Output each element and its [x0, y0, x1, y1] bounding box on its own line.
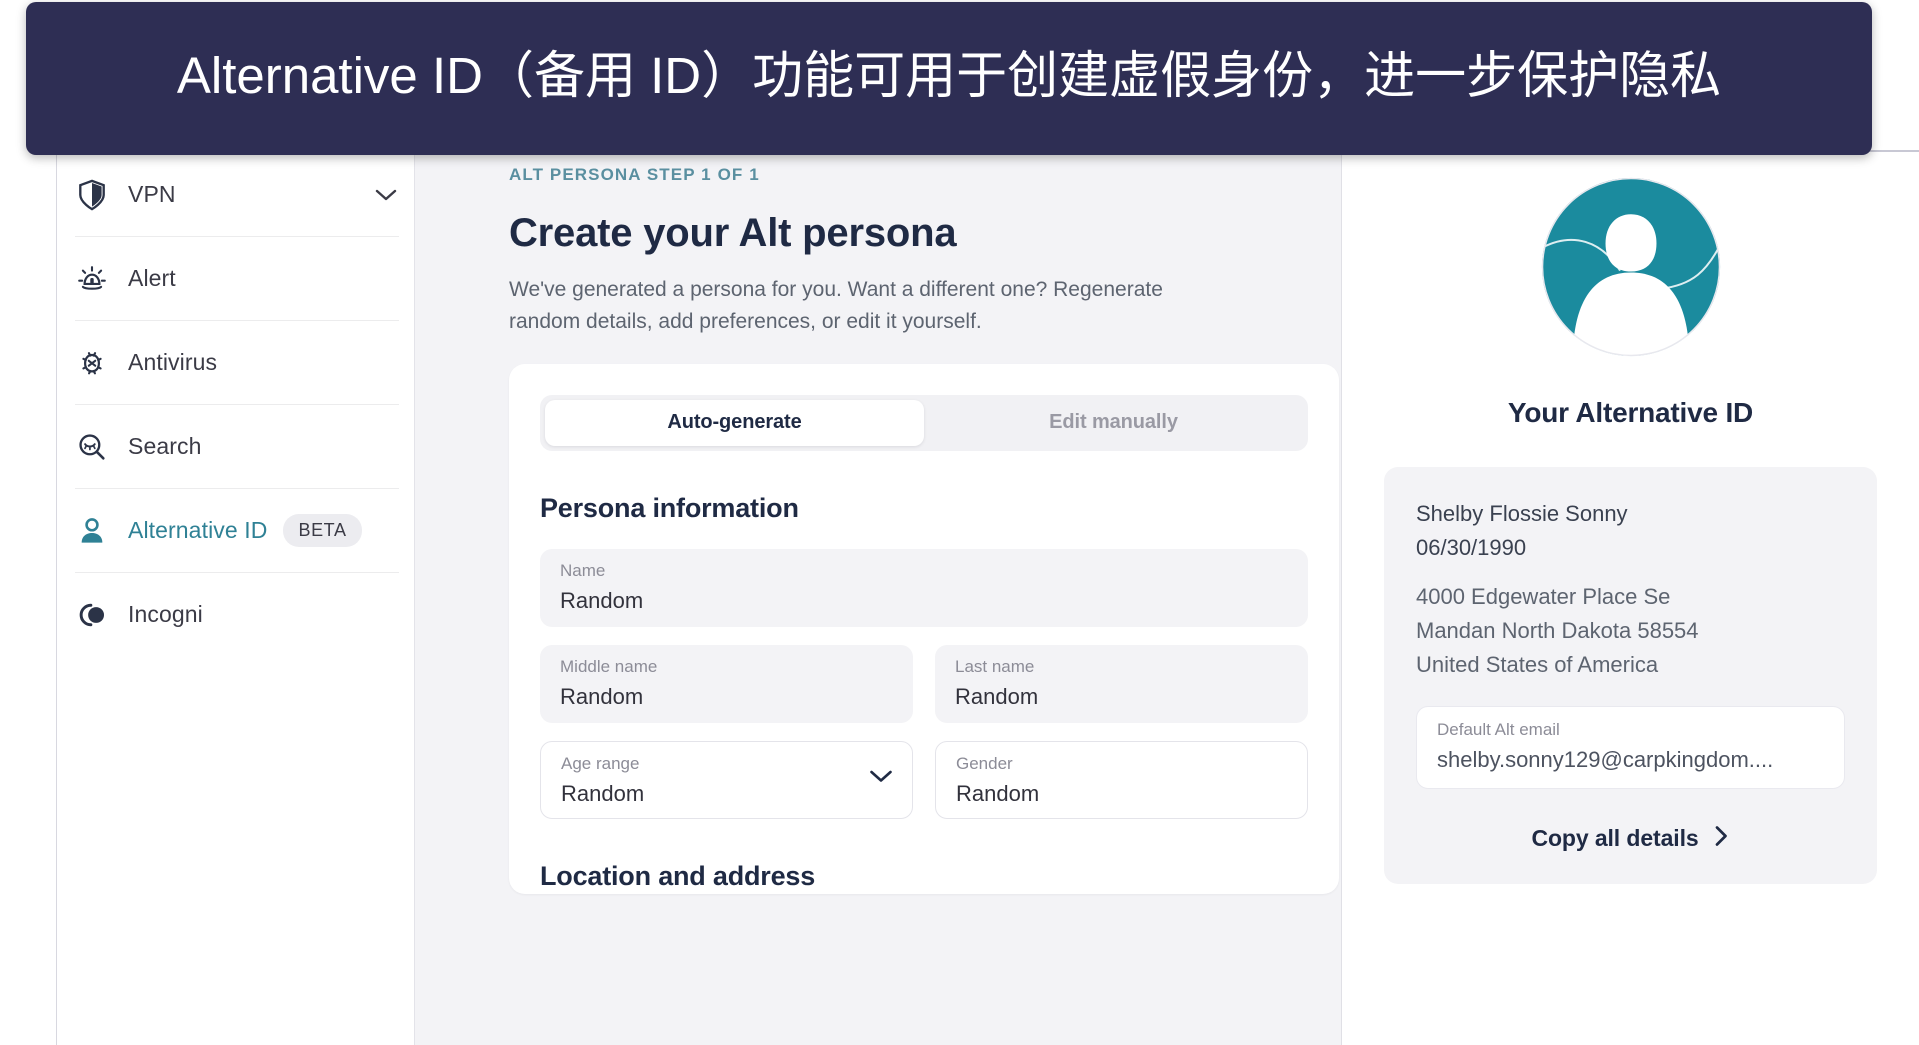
- sidebar-item-label: VPN: [128, 181, 176, 207]
- gender-field[interactable]: Gender Random: [935, 740, 1308, 819]
- identity-address-line-1: 4000 Edgewater Place Se: [1416, 584, 1671, 610]
- chevron-down-icon[interactable]: [373, 182, 399, 208]
- last-name-field[interactable]: Last name Random: [935, 644, 1308, 723]
- sidebar-item-label: Alternative ID: [128, 517, 268, 543]
- alternative-id-panel: Your Alternative ID Shelby Flossie Sonny…: [1341, 152, 1919, 1045]
- field-row: Age range Random Gender Random: [540, 740, 1308, 819]
- page-title: Create your Alt persona: [509, 211, 957, 255]
- screenshot-root: VPN Alert Antivirus Search Alternative I…: [0, 0, 1919, 1045]
- field-row: Name Random: [540, 548, 1308, 627]
- field-value: Random: [955, 683, 1039, 709]
- mode-tabs: Auto-generate Edit manually: [540, 394, 1308, 451]
- chevron-right-icon: [1713, 823, 1730, 854]
- field-label: Gender: [956, 753, 1013, 773]
- field-label: Name: [560, 560, 606, 580]
- chevron-down-icon[interactable]: [868, 768, 894, 794]
- persona-form-card: Auto-generate Edit manually Persona info…: [509, 363, 1339, 894]
- field-value: shelby.sonny129@carpkingdom....: [1437, 747, 1774, 773]
- field-value: Random: [956, 780, 1040, 806]
- tab-edit-manually[interactable]: Edit manually: [924, 400, 1303, 446]
- sidebar-item-incogni[interactable]: Incogni: [75, 572, 399, 656]
- section-title-persona-information: Persona information: [540, 492, 799, 523]
- main-content: ALT PERSONA STEP 1 OF 1 Create your Alt …: [416, 152, 1341, 1045]
- sidebar-item-label: Alert: [128, 265, 176, 291]
- field-label: Last name: [955, 656, 1035, 676]
- field-label: Middle name: [560, 656, 658, 676]
- identity-card: Shelby Flossie Sonny 06/30/1990 4000 Edg…: [1384, 467, 1877, 885]
- sidebar-item-antivirus[interactable]: Antivirus: [75, 320, 399, 404]
- copy-all-details-label: Copy all details: [1531, 825, 1699, 852]
- panel-title: Your Alternative ID: [1507, 397, 1754, 428]
- annotation-banner: Alternative ID（备用 ID）功能可用于创建虚假身份，进一步保护隐私: [26, 2, 1872, 155]
- identity-address-line-3: United States of America: [1416, 652, 1659, 678]
- middle-name-field[interactable]: Middle name Random: [540, 644, 913, 723]
- tab-auto-generate[interactable]: Auto-generate: [545, 399, 924, 446]
- field-value: Random: [560, 587, 644, 613]
- sidebar: VPN Alert Antivirus Search Alternative I…: [56, 152, 415, 1045]
- siren-icon: [75, 262, 109, 296]
- age-range-field[interactable]: Age range Random: [540, 740, 913, 819]
- field-label: Default Alt email: [1437, 720, 1560, 740]
- sidebar-item-label: Incogni: [128, 601, 203, 627]
- app-window: VPN Alert Antivirus Search Alternative I…: [56, 150, 1919, 1045]
- field-value: Random: [561, 780, 645, 806]
- identity-birthdate: 06/30/1990: [1416, 535, 1527, 561]
- bug-icon: [75, 346, 109, 380]
- page-subtitle: We've generated a persona for you. Want …: [509, 278, 1163, 333]
- status-badge: BETA: [283, 514, 362, 547]
- identity-address-line-2: Mandan North Dakota 58554: [1416, 618, 1699, 644]
- sidebar-item-label: Search: [128, 433, 202, 459]
- sidebar-item-label: Antivirus: [128, 349, 218, 375]
- sidebar-item-search[interactable]: Search: [75, 404, 399, 488]
- field-row: Middle name Random Last name Random: [540, 644, 1308, 723]
- default-alt-email-field[interactable]: Default Alt email shelby.sonny129@carpki…: [1416, 706, 1845, 790]
- shield-icon: [75, 178, 109, 212]
- identity-name: Shelby Flossie Sonny: [1416, 501, 1628, 526]
- sidebar-item-vpn[interactable]: VPN: [75, 152, 399, 236]
- sidebar-item-alert[interactable]: Alert: [75, 236, 399, 320]
- name-field[interactable]: Name Random: [540, 548, 1308, 627]
- copy-all-details-button[interactable]: Copy all details: [1416, 823, 1845, 854]
- persona-fields: Name Random Middle name Random Last name…: [540, 548, 1308, 819]
- person-avatar-icon: [1540, 176, 1722, 358]
- field-label: Age range: [561, 753, 640, 773]
- sidebar-item-alternative-id[interactable]: Alternative ID BETA: [75, 488, 399, 572]
- annotation-banner-text: Alternative ID（备用 ID）功能可用于创建虚假身份，进一步保护隐私: [176, 46, 1722, 104]
- section-title-location-and-address: Location and address: [540, 860, 816, 891]
- field-value: Random: [560, 683, 644, 709]
- private-search-icon: [75, 430, 109, 464]
- incogni-icon: [75, 598, 109, 632]
- person-icon: [75, 514, 109, 548]
- step-eyebrow: ALT PERSONA STEP 1 OF 1: [509, 165, 760, 184]
